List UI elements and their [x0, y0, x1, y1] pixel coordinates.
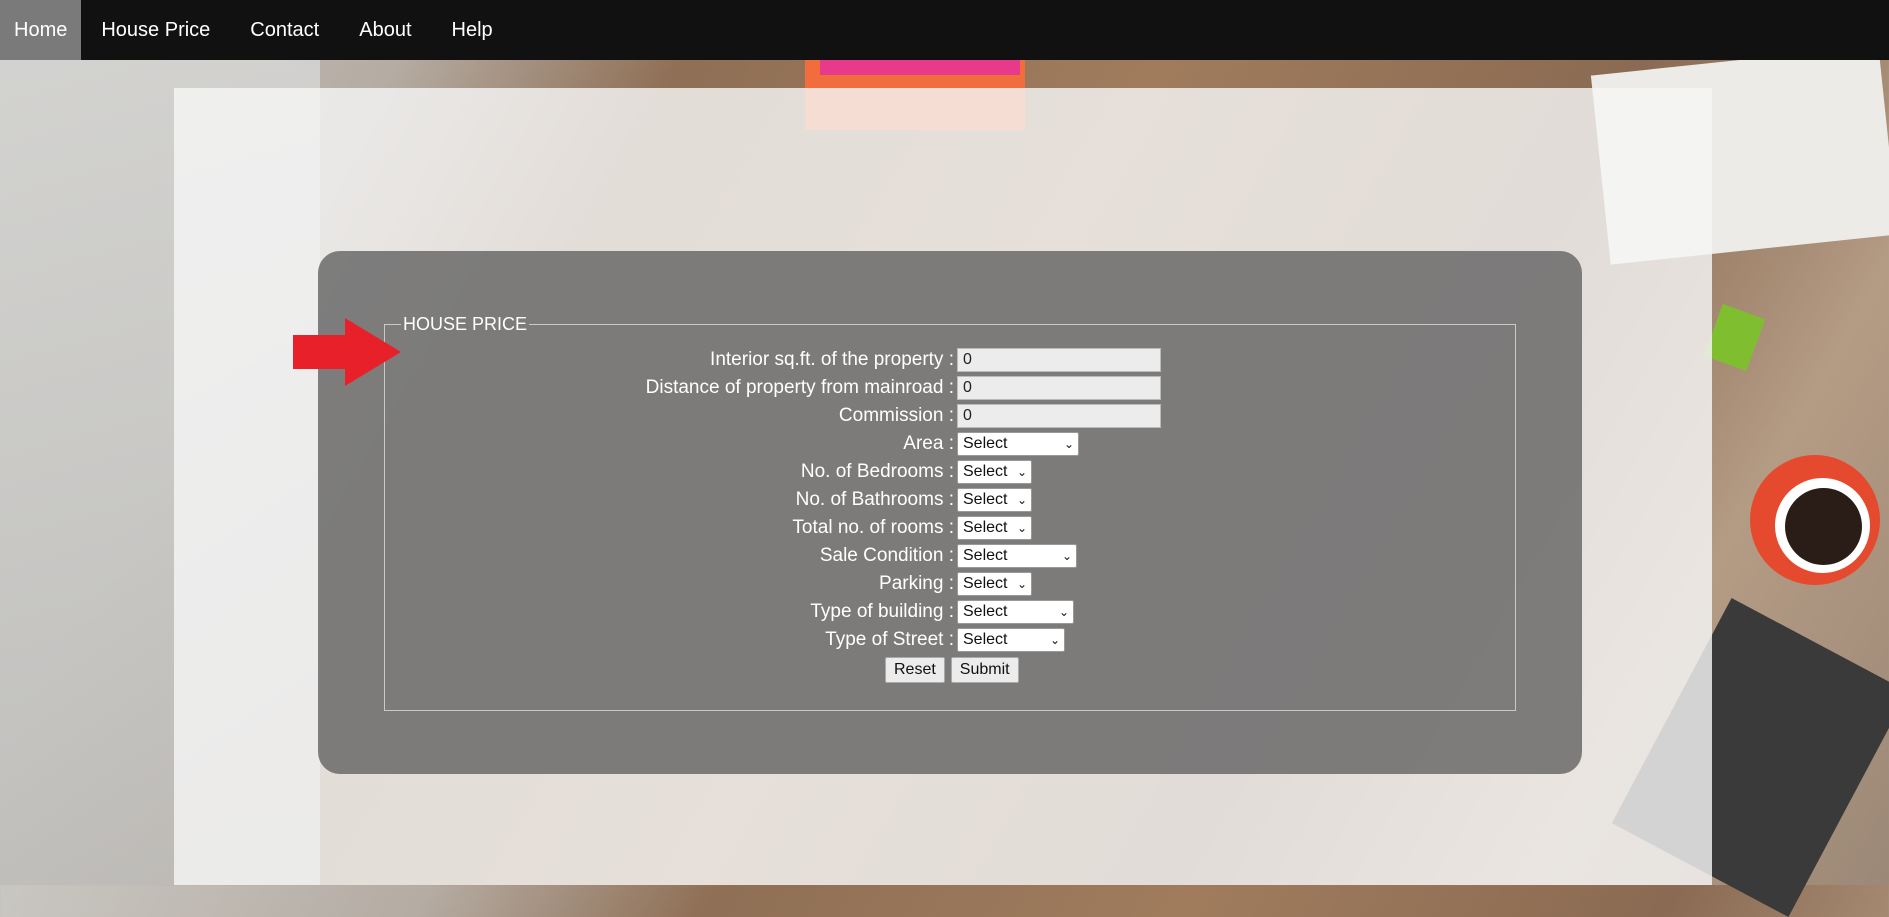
bedrooms-select-value: Select: [963, 463, 1008, 480]
red-arrow-icon: [293, 318, 401, 386]
bedrooms-label: No. of Bedrooms :: [800, 461, 954, 482]
total-rooms-select-value: Select: [963, 519, 1008, 536]
building-type-select[interactable]: Select ⌄: [957, 600, 1074, 624]
sale-condition-label: Sale Condition :: [819, 545, 954, 566]
sale-condition-select[interactable]: Select ⌄: [957, 544, 1077, 568]
distance-mainroad-input[interactable]: [957, 376, 1161, 400]
form-row-sale-condition: Sale Condition : Select ⌄: [384, 542, 1516, 570]
parking-select[interactable]: Select ⌄: [957, 572, 1032, 596]
bedrooms-select[interactable]: Select ⌄: [957, 460, 1032, 484]
nav-about[interactable]: About: [339, 0, 431, 60]
nav-house-price[interactable]: House Price: [81, 0, 230, 60]
chevron-down-icon: ⌄: [1058, 605, 1069, 619]
commission-label: Commission :: [838, 405, 954, 426]
building-type-label: Type of building :: [810, 601, 954, 622]
form-row-total-rooms: Total no. of rooms : Select ⌄: [384, 514, 1516, 542]
parking-label: Parking :: [879, 573, 954, 594]
chevron-down-icon: ⌄: [1016, 521, 1027, 535]
distance-mainroad-label: Distance of property from mainroad :: [645, 377, 954, 398]
total-rooms-select[interactable]: Select ⌄: [957, 516, 1032, 540]
form-row-bedrooms: No. of Bedrooms : Select ⌄: [384, 458, 1516, 486]
reset-button[interactable]: Reset: [885, 657, 945, 683]
bathrooms-select-value: Select: [963, 491, 1008, 508]
house-price-legend: HOUSE PRICE: [403, 314, 528, 334]
commission-input[interactable]: [957, 404, 1161, 428]
chevron-down-icon: ⌄: [1063, 437, 1074, 451]
form-row-commission: Commission :: [384, 402, 1516, 430]
nav-help[interactable]: Help: [432, 0, 513, 60]
form-row-interior-sqft: Interior sq.ft. of the property :: [384, 346, 1516, 374]
form-row-building-type: Type of building : Select ⌄: [384, 598, 1516, 626]
area-label: Area :: [903, 433, 954, 454]
nav-home[interactable]: Home: [0, 0, 82, 60]
area-select[interactable]: Select ⌄: [957, 432, 1079, 456]
form-row-area: Area : Select ⌄: [384, 430, 1516, 458]
form-row-street-type: Type of Street : Select ⌄: [384, 626, 1516, 654]
area-select-value: Select: [963, 435, 1008, 452]
interior-sqft-input[interactable]: [957, 348, 1161, 372]
interior-sqft-label: Interior sq.ft. of the property :: [710, 349, 954, 370]
parking-select-value: Select: [963, 575, 1008, 592]
nav-contact[interactable]: Contact: [230, 0, 339, 60]
form-row-bathrooms: No. of Bathrooms : Select ⌄: [384, 486, 1516, 514]
bathrooms-label: No. of Bathrooms :: [795, 489, 954, 510]
chevron-down-icon: ⌄: [1016, 493, 1027, 507]
submit-button[interactable]: Submit: [950, 657, 1019, 683]
background-paper-clips: [1703, 303, 1766, 372]
sale-condition-select-value: Select: [963, 547, 1008, 564]
street-type-select-value: Select: [963, 631, 1008, 648]
background-coffee: [1785, 488, 1862, 565]
building-type-select-value: Select: [963, 603, 1008, 620]
street-type-label: Type of Street :: [825, 629, 954, 650]
form-row-parking: Parking : Select ⌄: [384, 570, 1516, 598]
form-row-distance: Distance of property from mainroad :: [384, 374, 1516, 402]
chevron-down-icon: ⌄: [1049, 633, 1060, 647]
top-navbar: Home House Price Contact About Help: [0, 0, 1889, 60]
form-buttons: Reset Submit: [384, 654, 1516, 686]
house-price-form: Interior sq.ft. of the property : Distan…: [384, 346, 1516, 686]
total-rooms-label: Total no. of rooms :: [792, 517, 954, 538]
chevron-down-icon: ⌄: [1016, 577, 1027, 591]
street-type-select[interactable]: Select ⌄: [957, 628, 1065, 652]
chevron-down-icon: ⌄: [1016, 465, 1027, 479]
chevron-down-icon: ⌄: [1061, 549, 1072, 563]
bathrooms-select[interactable]: Select ⌄: [957, 488, 1032, 512]
